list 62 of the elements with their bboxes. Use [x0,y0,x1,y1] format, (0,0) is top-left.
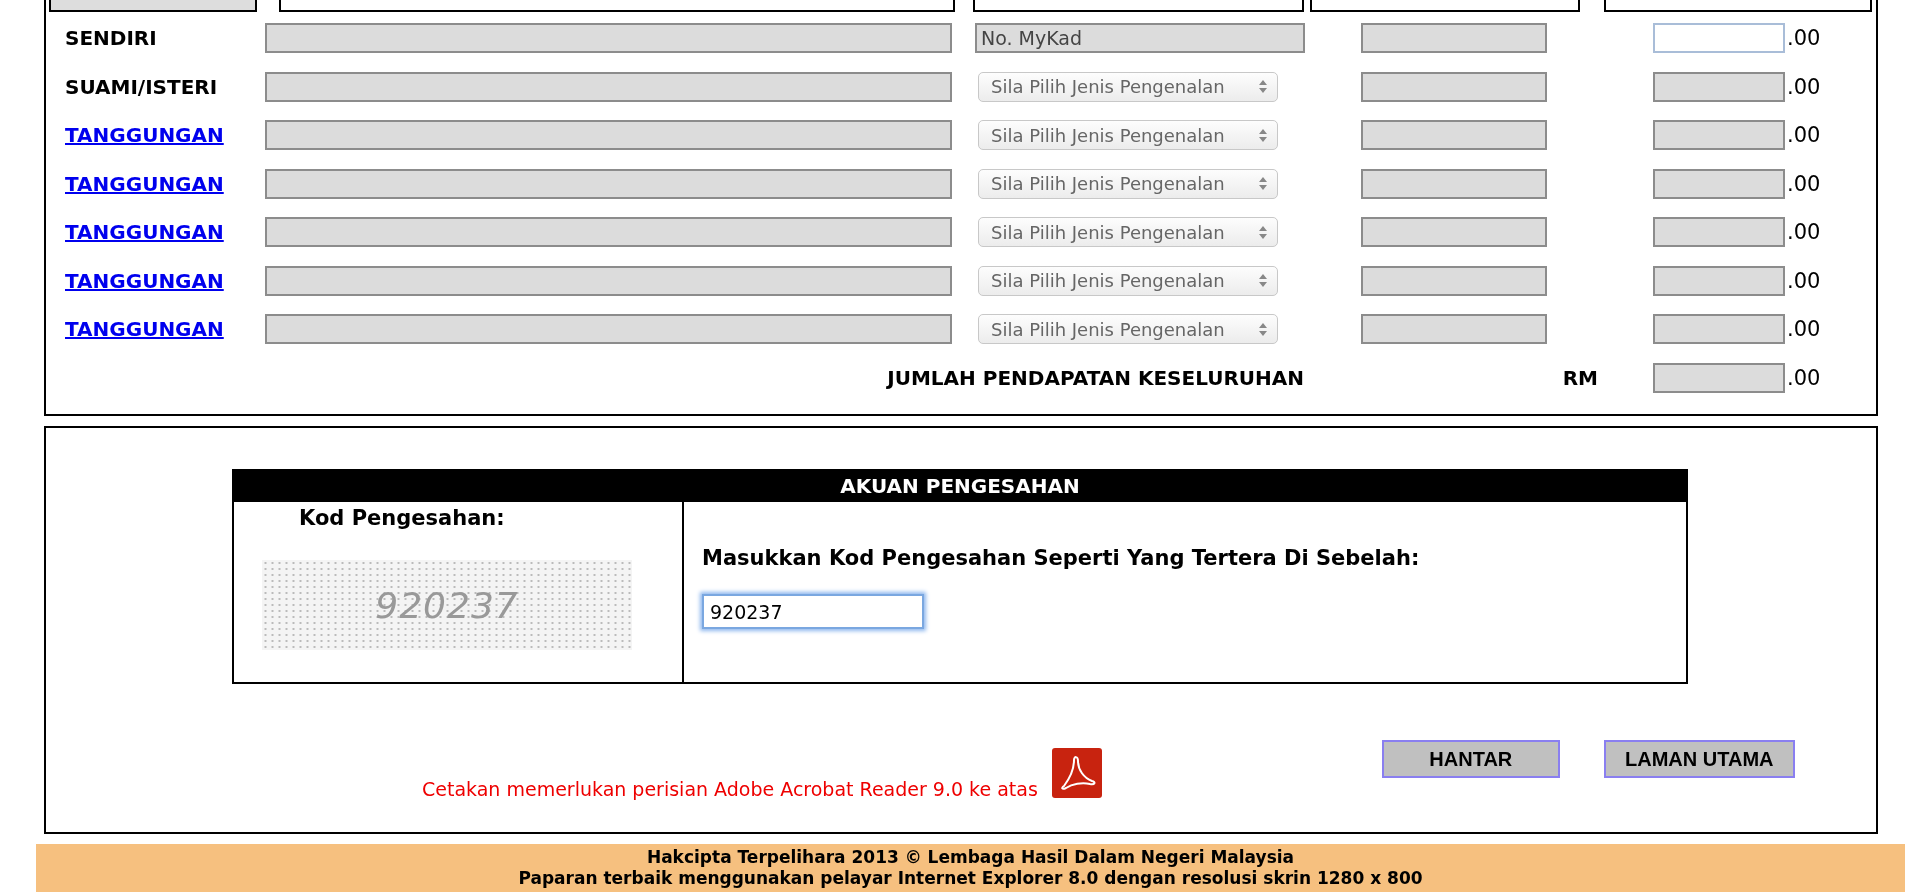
id-number-field[interactable] [1361,168,1547,199]
id-type-field: No. MyKad [975,23,1305,54]
code-prompt: Masukkan Kod Pengesahan Seperti Yang Tertera Di Sebelah: [702,546,1420,570]
dropdown-arrows-icon [1259,177,1267,191]
row-label: SENDIRI [65,26,157,51]
dropdown-arrows-icon [1259,128,1267,142]
id-number-field[interactable] [1361,265,1547,296]
code-input[interactable]: 920237 [702,594,924,629]
amount-decimal: .00 [1787,365,1821,390]
dropdown-arrows-icon [1259,274,1267,288]
amount-field[interactable] [1653,71,1785,102]
id-type-select[interactable]: Sila Pilih Jenis Pengenalan [978,314,1278,345]
amount-decimal: .00 [1787,220,1821,245]
dependent-link[interactable]: TANGGUNGAN [65,317,224,342]
row-label: SUAMI/ISTERI [65,74,218,99]
id-type-select[interactable]: Sila Pilih Jenis Pengenalan [978,217,1278,248]
print-note: Cetakan memerlukan perisian Adobe Acrobat Reader 9.0 ke atas [422,778,1038,800]
id-type-select[interactable]: Sila Pilih Jenis Pengenalan [978,168,1278,199]
dropdown-arrows-icon [1259,225,1267,239]
dropdown-arrows-icon [1259,80,1267,94]
code-label: Kod Pengesahan: [299,506,505,530]
name-field[interactable] [265,265,952,296]
id-type-select[interactable]: Sila Pilih Jenis Pengenalan [978,71,1278,102]
amount-field[interactable] [1653,314,1785,345]
amount-field[interactable] [1653,217,1785,248]
amount-decimal: .00 [1787,171,1821,196]
amount-field[interactable] [1653,265,1785,296]
name-field[interactable] [265,120,952,151]
id-number-field[interactable] [1361,217,1547,248]
dependent-link[interactable]: TANGGUNGAN [65,123,224,148]
pdf-icon [1051,748,1102,798]
submit-button[interactable]: HANTAR [1381,740,1560,778]
name-field[interactable] [265,217,952,248]
amount-field[interactable] [1653,23,1785,54]
captcha-image: 920237 [262,560,632,650]
name-field[interactable] [265,314,952,345]
id-type-select[interactable]: Sila Pilih Jenis Pengenalan [978,120,1278,151]
footer-text: Paparan terbaik menggunakan pelayar Internet Explorer 8.0 dengan resolusi skrin 1280 x 800 [518,868,1423,889]
id-number-field[interactable] [1361,120,1547,151]
dependent-link[interactable]: TANGGUNGAN [65,268,224,293]
amount-decimal: .00 [1787,74,1821,99]
total-label: JUMLAH PENDAPATAN KESELURUHAN [887,365,1305,390]
amount-decimal: .00 [1787,26,1821,51]
name-field[interactable] [265,168,952,199]
id-number-field[interactable] [1361,314,1547,345]
home-button[interactable]: LAMAN UTAMA [1603,740,1795,778]
id-number-field[interactable] [1361,23,1547,54]
id-number-field[interactable] [1361,71,1547,102]
dropdown-arrows-icon [1259,322,1267,336]
dependent-link[interactable]: TANGGUNGAN [65,171,224,196]
currency-label: RM [1562,365,1599,390]
panel-title: AKUAN PENGESAHAN [234,471,1686,502]
id-type-select[interactable]: Sila Pilih Jenis Pengenalan [978,265,1278,296]
amount-field[interactable] [1653,168,1785,199]
footer-text: Hakcipta Terpelihara 2013 © Lembaga Hasil Dalam Negeri Malaysia [646,847,1295,868]
amount-decimal: .00 [1787,268,1821,293]
amount-field[interactable] [1653,120,1785,151]
name-field[interactable] [265,71,952,102]
dependent-link[interactable]: TANGGUNGAN [65,220,224,245]
amount-decimal: .00 [1787,123,1821,148]
name-field[interactable] [265,23,952,54]
amount-decimal: .00 [1787,317,1821,342]
